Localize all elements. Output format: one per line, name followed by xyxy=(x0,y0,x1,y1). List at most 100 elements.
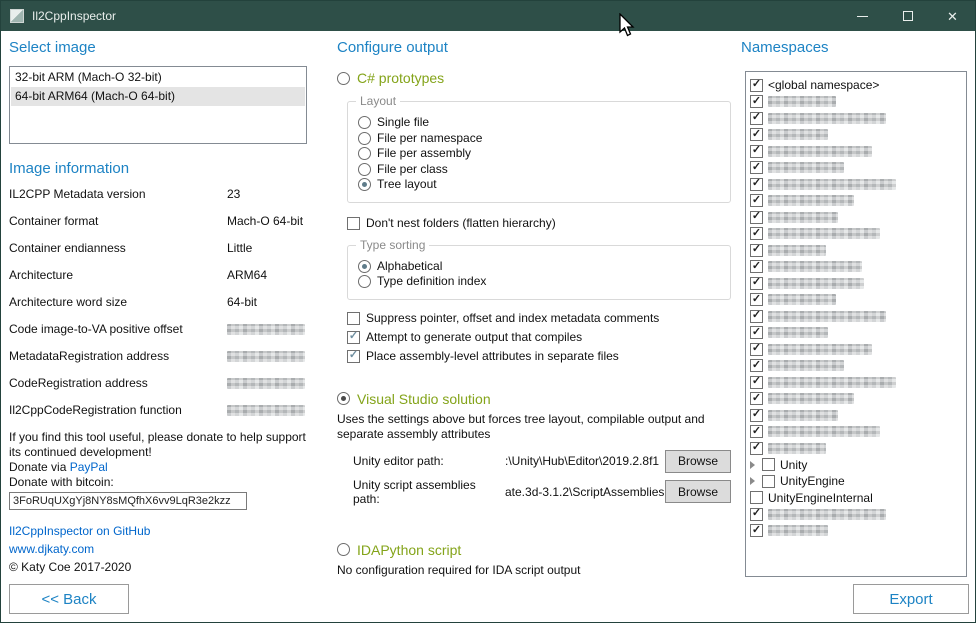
namespace-checkbox[interactable] xyxy=(750,112,763,125)
path-field-row: Unity script assemblies path:ate.3d-3.1.… xyxy=(353,478,731,506)
namespace-item[interactable] xyxy=(750,292,962,309)
namespace-item[interactable] xyxy=(750,341,962,358)
redacted-value xyxy=(227,324,305,335)
namespace-item[interactable] xyxy=(750,275,962,292)
browse-button[interactable]: Browse xyxy=(665,450,731,473)
namespace-item[interactable] xyxy=(750,506,962,523)
output-checkbox[interactable]: Place assembly-level attributes in separ… xyxy=(347,350,731,363)
namespace-checkbox[interactable] xyxy=(750,343,763,356)
namespace-checkbox[interactable] xyxy=(750,161,763,174)
namespace-item[interactable] xyxy=(750,523,962,540)
namespace-item[interactable]: UnityEngine xyxy=(750,473,962,490)
namespace-checkbox[interactable] xyxy=(750,425,763,438)
expander-icon[interactable] xyxy=(750,477,755,485)
namespace-checkbox[interactable] xyxy=(750,310,763,323)
path-field-value[interactable]: ate.3d-3.1.2\ScriptAssemblies xyxy=(505,485,665,499)
namespace-item[interactable] xyxy=(750,308,962,325)
namespace-item[interactable] xyxy=(750,424,962,441)
namespace-checkbox[interactable] xyxy=(750,359,763,372)
namespace-checkbox[interactable] xyxy=(762,475,775,488)
output-checkbox[interactable]: Suppress pointer, offset and index metad… xyxy=(347,312,731,325)
namespace-checkbox[interactable] xyxy=(750,128,763,141)
namespace-checkbox[interactable] xyxy=(750,524,763,537)
back-button[interactable]: << Back xyxy=(9,584,129,614)
namespace-item[interactable] xyxy=(750,374,962,391)
radio-option[interactable]: File per class xyxy=(358,163,720,177)
csharp-prototypes-radio[interactable]: C# prototypes xyxy=(337,70,731,86)
info-label: Architecture word size xyxy=(9,295,227,309)
namespace-item[interactable] xyxy=(750,440,962,457)
namespace-checkbox[interactable] xyxy=(750,145,763,158)
path-field-value[interactable]: :\Unity\Hub\Editor\2019.2.8f1 xyxy=(505,454,665,468)
namespace-item[interactable] xyxy=(750,160,962,177)
namespace-item[interactable] xyxy=(750,226,962,243)
radio-option[interactable]: File per namespace xyxy=(358,132,720,146)
namespace-item[interactable] xyxy=(750,193,962,210)
export-button[interactable]: Export xyxy=(853,584,969,614)
namespace-checkbox[interactable] xyxy=(750,491,763,504)
image-list-item[interactable]: 32-bit ARM (Mach-O 32-bit) xyxy=(11,68,305,87)
namespace-item[interactable] xyxy=(750,94,962,111)
namespace-item[interactable]: <global namespace> xyxy=(750,77,962,94)
minimize-button[interactable] xyxy=(840,1,885,31)
namespace-item[interactable] xyxy=(750,176,962,193)
namespace-checkbox[interactable] xyxy=(750,79,763,92)
namespace-item[interactable] xyxy=(750,325,962,342)
flatten-checkbox-label: Don't nest folders (flatten hierarchy) xyxy=(366,217,556,230)
namespace-checkbox[interactable] xyxy=(750,95,763,108)
namespace-checkbox[interactable] xyxy=(750,508,763,521)
info-label: Il2CppCodeRegistration function xyxy=(9,403,227,417)
left-panel: Select image 32-bit ARM (Mach-O 32-bit)6… xyxy=(9,39,307,614)
namespace-checkbox[interactable] xyxy=(750,392,763,405)
namespace-item[interactable] xyxy=(750,209,962,226)
radio-option[interactable]: Tree layout xyxy=(358,178,720,192)
namespace-item[interactable] xyxy=(750,143,962,160)
namespace-checkbox[interactable] xyxy=(750,260,763,273)
type-sorting-groupbox: Type sorting AlphabeticalType definition… xyxy=(347,245,731,300)
image-info-rows: IL2CPP Metadata version23Container forma… xyxy=(9,187,307,417)
bitcoin-address-input[interactable] xyxy=(9,492,247,510)
visual-studio-radio[interactable]: Visual Studio solution xyxy=(337,391,731,407)
namespace-checkbox[interactable] xyxy=(750,178,763,191)
namespace-item[interactable] xyxy=(750,242,962,259)
namespace-checkbox[interactable] xyxy=(750,409,763,422)
radio-option[interactable]: Alphabetical xyxy=(358,260,720,274)
namespace-item[interactable] xyxy=(750,407,962,424)
namespace-item[interactable]: Unity xyxy=(750,457,962,474)
radio-option[interactable]: Type definition index xyxy=(358,275,720,289)
namespace-checkbox[interactable] xyxy=(750,227,763,240)
idapython-radio[interactable]: IDAPython script xyxy=(337,542,731,558)
redacted-namespace xyxy=(768,294,836,305)
namespace-checkbox[interactable] xyxy=(750,326,763,339)
radio-icon xyxy=(358,178,371,191)
namespace-item[interactable]: UnityEngineInternal xyxy=(750,490,962,507)
namespace-checkbox[interactable] xyxy=(762,458,775,471)
flatten-checkbox[interactable]: Don't nest folders (flatten hierarchy) xyxy=(347,217,731,230)
github-link[interactable]: Il2CppInspector on GitHub xyxy=(9,523,307,539)
output-checkbox[interactable]: Attempt to generate output that compiles xyxy=(347,331,731,344)
radio-option[interactable]: File per assembly xyxy=(358,147,720,161)
radio-option[interactable]: Single file xyxy=(358,116,720,130)
image-list[interactable]: 32-bit ARM (Mach-O 32-bit)64-bit ARM64 (… xyxy=(9,66,307,144)
namespace-item[interactable] xyxy=(750,127,962,144)
namespace-item[interactable] xyxy=(750,259,962,276)
namespace-item[interactable] xyxy=(750,110,962,127)
website-link[interactable]: www.djkaty.com xyxy=(9,541,307,557)
namespace-checkbox[interactable] xyxy=(750,211,763,224)
namespace-checkbox[interactable] xyxy=(750,244,763,257)
namespace-checkbox[interactable] xyxy=(750,442,763,455)
image-list-item[interactable]: 64-bit ARM64 (Mach-O 64-bit) xyxy=(11,87,305,106)
namespace-checkbox[interactable] xyxy=(750,277,763,290)
namespace-checkbox[interactable] xyxy=(750,293,763,306)
namespace-item[interactable] xyxy=(750,358,962,375)
namespace-checkbox[interactable] xyxy=(750,376,763,389)
namespace-item[interactable] xyxy=(750,391,962,408)
close-button[interactable]: ✕ xyxy=(930,1,975,31)
checkbox-icon xyxy=(347,331,360,344)
paypal-link[interactable]: PayPal xyxy=(70,460,108,474)
namespace-list[interactable]: <global namespace> UnityUnityEngineUnityE… xyxy=(745,71,967,577)
maximize-button[interactable] xyxy=(885,1,930,31)
namespace-checkbox[interactable] xyxy=(750,194,763,207)
expander-icon[interactable] xyxy=(750,461,755,469)
browse-button[interactable]: Browse xyxy=(665,480,731,503)
